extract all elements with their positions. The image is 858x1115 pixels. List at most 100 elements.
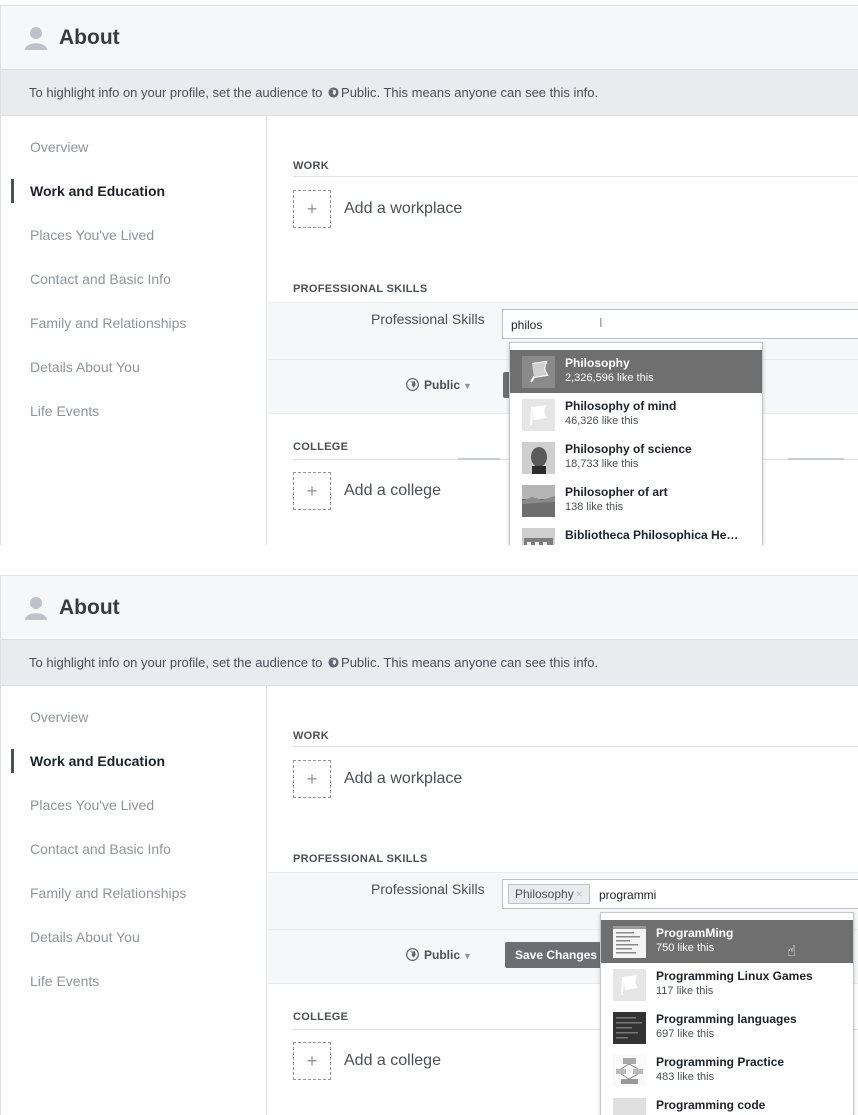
suggestion-name: Philosophy	[565, 356, 630, 370]
sidebar-item-work-education[interactable]: Work and Education	[30, 753, 165, 769]
suggestion-item[interactable]: Programming languages 697 like this	[601, 1006, 853, 1049]
chevron-down-icon: ▼	[463, 951, 472, 961]
save-changes-button[interactable]: Save Changes	[505, 942, 605, 968]
skills-field-label: Professional Skills	[371, 881, 485, 897]
code-screenshot-thumbnail	[613, 926, 646, 958]
skills-input[interactable]: philos I	[502, 309, 858, 339]
skills-input-text: philos	[511, 318, 543, 332]
suggestion-name: Programming languages	[656, 1012, 797, 1026]
building-thumbnail	[522, 528, 555, 545]
sidebar-item-details[interactable]: Details About You	[30, 359, 140, 375]
about-header: About	[1, 6, 858, 70]
add-college-link[interactable]: Add a college	[344, 1052, 441, 1070]
add-workplace-link[interactable]: Add a workplace	[344, 770, 462, 788]
suggestion-name: Philosophy of mind	[565, 399, 677, 413]
add-workplace-link[interactable]: Add a workplace	[344, 200, 462, 218]
about-header: About	[1, 576, 858, 640]
suggestion-name: Bibliotheca Philosophica He…	[565, 528, 739, 542]
globe-icon	[406, 378, 419, 391]
plus-icon: +	[306, 199, 318, 219]
suggestion-item[interactable]: Programming Linux Games 117 like this	[601, 963, 853, 1006]
sidebar-item-family[interactable]: Family and Relationships	[30, 315, 186, 331]
add-college-button[interactable]: +	[293, 472, 331, 510]
person-icon	[25, 597, 47, 620]
suggestion-likes: 46,326 like this	[565, 415, 639, 427]
sidebar-item-family[interactable]: Family and Relationships	[30, 885, 186, 901]
add-workplace-button[interactable]: +	[293, 190, 331, 228]
remove-token-icon[interactable]: ×	[576, 887, 583, 901]
dark-code-thumbnail	[613, 1012, 646, 1044]
audience-selector[interactable]: Public ▼	[406, 378, 472, 392]
college-section-label: COLLEGE	[293, 1011, 349, 1023]
suggestion-name: Programming Linux Games	[656, 969, 813, 983]
suggestion-item[interactable]: Bibliotheca Philosophica He…	[510, 522, 762, 545]
typeahead-dropdown: ProgramMing 750 like this ☝ Programming …	[600, 912, 854, 1115]
suggestion-item[interactable]: Philosopher of art 138 like this	[510, 479, 762, 522]
suggestion-likes: 138 like this	[565, 501, 624, 513]
suggestion-item[interactable]: Philosophy of mind 46,326 like this	[510, 393, 762, 436]
notice-audience: Public	[341, 655, 377, 670]
suggestion-likes: 2,326,596 like this	[565, 372, 654, 384]
page-title: About	[59, 26, 120, 49]
sidebar-item-life-events[interactable]: Life Events	[30, 403, 99, 419]
add-workplace-button[interactable]: +	[293, 760, 331, 798]
globe-icon	[328, 87, 339, 98]
skills-section-label: PROFESSIONAL SKILLS	[293, 853, 428, 865]
suggestion-item[interactable]: Programming Practice 483 like this	[601, 1049, 853, 1092]
globe-icon	[328, 657, 339, 668]
notice-audience: Public	[341, 85, 377, 100]
divider	[458, 458, 500, 460]
plus-icon: +	[306, 481, 318, 501]
sidebar-item-contact[interactable]: Contact and Basic Info	[30, 841, 171, 857]
plus-icon: +	[306, 1051, 318, 1071]
suggestion-name: Philosopher of art	[565, 485, 668, 499]
sidebar-item-overview[interactable]: Overview	[30, 139, 88, 155]
about-panel-1: About To highlight info on your profile,…	[0, 5, 858, 545]
work-section-label: WORK	[293, 160, 330, 172]
audience-selector[interactable]: Public ▼	[406, 948, 472, 962]
audience-notice: To highlight info on your profile, set t…	[1, 70, 858, 116]
divider	[788, 458, 844, 460]
chevron-down-icon: ▼	[463, 381, 472, 391]
sidebar-item-places[interactable]: Places You've Lived	[30, 797, 154, 813]
plus-icon: +	[306, 769, 318, 789]
skills-input-text: programmi	[599, 888, 657, 902]
sidebar-item-life-events[interactable]: Life Events	[30, 973, 99, 989]
sidebar-item-overview[interactable]: Overview	[30, 709, 88, 725]
portrait-thumbnail	[522, 442, 555, 474]
suggestion-likes: 750 like this	[656, 942, 715, 954]
skills-input[interactable]: Philosophy × programmi	[502, 879, 858, 909]
add-college-button[interactable]: +	[293, 1042, 331, 1080]
suggestion-item[interactable]: Programming code	[601, 1092, 853, 1115]
sidebar-item-places[interactable]: Places You've Lived	[30, 227, 154, 243]
text-cursor-icon: I	[599, 315, 603, 330]
about-panel-2: About To highlight info on your profile,…	[0, 575, 858, 1115]
sidebar-item-details[interactable]: Details About You	[30, 929, 140, 945]
about-sidebar: Overview Work and Education Places You'v…	[1, 686, 267, 1115]
about-sidebar: Overview Work and Education Places You'v…	[1, 116, 267, 545]
diagram-thumbnail	[613, 1055, 646, 1087]
globe-icon	[406, 948, 419, 961]
person-icon	[25, 27, 47, 50]
suggestion-name: ProgramMing	[656, 926, 734, 940]
notice-suffix: . This means anyone can see this info.	[376, 85, 599, 100]
sidebar-item-contact[interactable]: Contact and Basic Info	[30, 271, 171, 287]
flag-icon	[522, 356, 555, 388]
suggestion-item[interactable]: Philosophy 2,326,596 like this	[510, 350, 762, 393]
skills-section-label: PROFESSIONAL SKILLS	[293, 283, 428, 295]
suggestion-item[interactable]: Philosophy of science 18,733 like this	[510, 436, 762, 479]
divider	[293, 176, 858, 177]
notice-prefix: To highlight info on your profile, set t…	[29, 655, 327, 670]
add-college-link[interactable]: Add a college	[344, 482, 441, 500]
suggestion-likes: 117 like this	[656, 985, 714, 997]
active-indicator	[11, 179, 14, 203]
flag-icon	[522, 399, 555, 431]
active-indicator	[11, 749, 14, 773]
flag-icon	[613, 969, 646, 1001]
sidebar-item-work-education[interactable]: Work and Education	[30, 183, 165, 199]
notice-prefix: To highlight info on your profile, set t…	[29, 85, 327, 100]
suggestion-item[interactable]: ProgramMing 750 like this ☝	[601, 920, 853, 963]
page-title: About	[59, 596, 120, 619]
hand-pointer-icon: ☝	[787, 943, 797, 960]
save-label: Save Changes	[515, 948, 598, 962]
